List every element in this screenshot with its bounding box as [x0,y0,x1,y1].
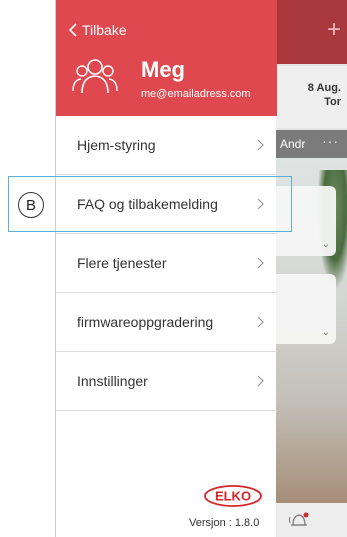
chevron-down-icon: ⌄ [321,239,330,250]
chevron-right-icon [257,139,264,151]
user-email: me@emailadress.com [141,88,251,100]
add-icon[interactable]: + [327,18,341,42]
device-card[interactable]: ⌄ [276,186,336,256]
user-name: Meg [141,57,185,82]
date-day: 8 Aug. [307,82,341,94]
side-drawer: Tilbake Meg me@emailadress.com Hjem-styr… [55,0,277,537]
chevron-right-icon [257,375,264,387]
menu-item-hjem-styring[interactable]: Hjem-styring [56,116,277,175]
alarm-bell-icon[interactable] [288,511,310,529]
menu-item-innstillinger[interactable]: Innstillinger [56,352,277,411]
drawer-header: Tilbake Meg me@emailadress.com [56,0,277,116]
chevron-down-icon: ⌄ [321,327,330,338]
more-icon[interactable]: ··· [322,133,339,149]
background-date: 8 Aug. Tor [276,66,347,128]
menu-item-faq[interactable]: FAQ og tilbakemelding [56,175,277,234]
svg-text:ELKO: ELKO [215,489,251,504]
back-label: Tilbake [82,22,127,38]
menu-item-label: Innstillinger [77,373,148,389]
date-weekday: Tor [324,96,341,108]
back-button[interactable]: Tilbake [68,22,127,38]
users-icon [72,59,118,94]
room-label[interactable]: Andr [280,137,305,151]
drawer-menu: Hjem-styring FAQ og tilbakemelding Flere… [56,116,277,411]
menu-item-label: Flere tjenester [77,255,167,271]
menu-item-label: Hjem-styring [77,137,156,153]
menu-item-label: FAQ og tilbakemelding [77,196,218,212]
chevron-left-icon [68,23,77,37]
callout-marker: B [18,192,44,218]
menu-item-flere-tjenester[interactable]: Flere tjenester [56,234,277,293]
background-footer [276,503,347,537]
version-label: Versjon : 1.8.0 [189,517,260,529]
elko-logo: ELKO [204,485,262,507]
background-app: + 8 Aug. Tor Andr ··· ⌄ ⌄ [276,0,347,537]
room-bar: Andr ··· [276,130,347,158]
chevron-right-icon [257,198,264,210]
menu-item-firmware[interactable]: firmwareoppgradering [56,293,277,352]
chevron-right-icon [257,316,264,328]
menu-item-label: firmwareoppgradering [77,314,214,330]
device-card[interactable]: ⌄ [276,274,336,344]
background-header: + [276,0,347,64]
chevron-right-icon [257,257,264,269]
